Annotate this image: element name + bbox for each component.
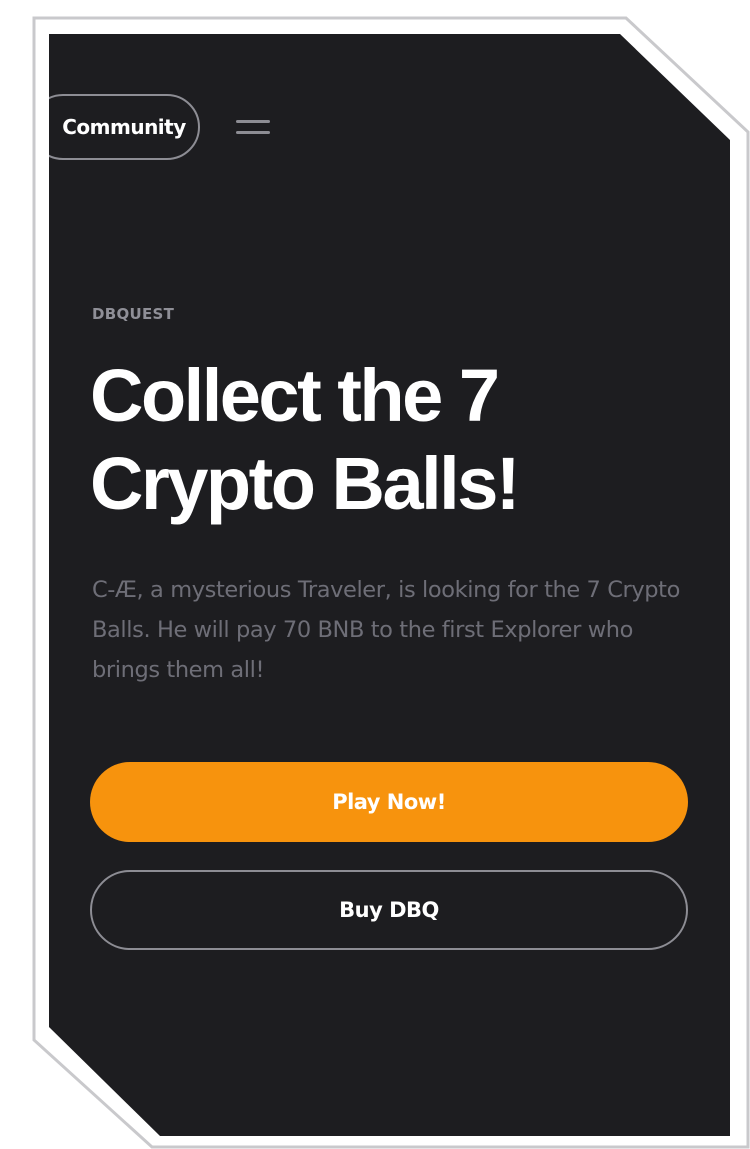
hero-title-line-2: Crypto Balls! xyxy=(90,442,521,525)
eyebrow-label: DBQUEST xyxy=(92,305,175,323)
hamburger-menu-icon[interactable] xyxy=(236,118,272,138)
play-now-button-label: Play Now! xyxy=(332,790,446,814)
play-now-button[interactable]: Play Now! xyxy=(90,762,688,842)
hero-title: Collect the 7 Crypto Balls! xyxy=(90,352,690,528)
hero-panel: Community DBQUEST Collect the 7 Crypto B… xyxy=(49,34,730,1136)
hero-title-line-1: Collect the 7 xyxy=(90,354,500,437)
buy-dbq-button-label: Buy DBQ xyxy=(339,898,439,922)
buy-dbq-button[interactable]: Buy DBQ xyxy=(90,870,688,950)
screenshot-frame: Community DBQUEST Collect the 7 Crypto B… xyxy=(0,0,750,1149)
menu-icon-line-top xyxy=(236,120,270,123)
menu-icon-line-bottom xyxy=(236,131,270,134)
community-button-label: Community xyxy=(62,115,186,139)
hero-description: C-Æ, a mysterious Traveler, is looking f… xyxy=(92,577,680,683)
community-button[interactable]: Community xyxy=(49,94,200,160)
